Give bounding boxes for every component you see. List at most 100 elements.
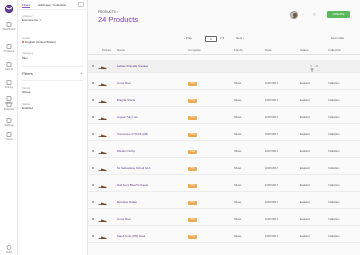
- rail-item-assets[interactable]: Assets: [0, 62, 18, 74]
- column-header-picture[interactable]: Picture: [102, 46, 111, 54]
- completeness-badge: 75%: [188, 217, 197, 222]
- status-cell: Enabled: [300, 150, 310, 153]
- row-checkbox[interactable]: [92, 116, 95, 119]
- add-filter-button[interactable]: +: [81, 71, 83, 76]
- product-name[interactable]: Iconic Boot: [117, 213, 131, 226]
- shoe-thumbnail: [98, 218, 107, 222]
- more-icon[interactable]: ⋯: [317, 68, 320, 72]
- table-row[interactable]: Wander Derby 75% Shoes 10/07/2017 Enabled Col…: [88, 145, 360, 158]
- rail-item-dashboard[interactable]: Dashboard: [0, 22, 18, 34]
- category-select[interactable]: Men: [22, 56, 28, 60]
- dashboard-icon: [6, 22, 12, 27]
- rail-item-rulesets[interactable]: Rulesets: [0, 102, 18, 114]
- rail-item-activity[interactable]: Activity: [0, 80, 18, 92]
- help-button[interactable]: Help: [0, 245, 18, 255]
- product-name[interactable]: Iconic Boot: [117, 77, 131, 90]
- list-mode-toggle[interactable]: List mode: [331, 36, 344, 40]
- delete-icon[interactable]: 🗑: [310, 68, 314, 72]
- next-page-button[interactable]: Next ›: [236, 36, 244, 41]
- product-name[interactable]: Bragnik Sheila: [117, 94, 135, 107]
- products-icon: [6, 44, 12, 49]
- family-cell: Shoes: [234, 82, 242, 85]
- breadcrumb[interactable]: PRODUCTS▾: [98, 10, 119, 14]
- status-cell: Enabled: [300, 218, 310, 221]
- table-row[interactable]: SJ Sebastiano Oxford (LH) 75% Shoes 10/07/2…: [88, 162, 360, 175]
- table-row[interactable]: Reindeer Dallas 75% Shoes 10/07/2017 Enabled…: [88, 196, 360, 209]
- shoe-thumbnail: [98, 82, 107, 86]
- product-name[interactable]: Wander Derby: [117, 145, 135, 158]
- activity-icon: [6, 80, 12, 85]
- divider: [22, 66, 83, 67]
- table-row[interactable]: Rud Fens Blue/Vil Sneek 75% Shoes 10/07/201…: [88, 179, 360, 192]
- row-checkbox[interactable]: [92, 235, 95, 238]
- filter-family-value[interactable]: Shoes: [22, 90, 31, 94]
- channel-value: Ecommerce: [22, 18, 39, 22]
- tab-filters[interactable]: Filters: [22, 2, 31, 8]
- tab-attributes[interactable]: Attributes / Collection: [38, 2, 66, 8]
- rail-item-products[interactable]: Products: [0, 44, 18, 56]
- rail-item-label: Dashboard: [2, 27, 16, 31]
- shoe-thumbnail: [98, 133, 107, 137]
- table-row[interactable]: Iconic Boot 75% Shoes 10/07/2017 Enabled Coll…: [88, 213, 360, 226]
- table-row[interactable]: Labate Shanelle Sneaker ✎ ⧉🗑 ⋯: [88, 60, 360, 73]
- flag-icon: [22, 41, 25, 44]
- collection-cell: Collection: [328, 116, 340, 119]
- panel-more-button[interactable]: ...: [78, 2, 84, 7]
- collection-cell: Collection: [328, 82, 340, 85]
- column-header-name[interactable]: Name: [117, 46, 125, 54]
- table-row[interactable]: Iconic Boot 75% Shoes 10/07/2017 Enabled Coll…: [88, 77, 360, 90]
- product-name[interactable]: Reindeer Dallas: [117, 196, 137, 209]
- row-checkbox[interactable]: [92, 150, 95, 153]
- locale-value: English (United States): [25, 40, 56, 44]
- row-checkbox[interactable]: [92, 65, 95, 68]
- table-row[interactable]: Converses CT/OAK (HB) 75% Shoes 10/07/2017 E…: [88, 128, 360, 141]
- product-name[interactable]: SJ Sebastiano Oxford (LH): [117, 162, 150, 175]
- page-links[interactable]: 2 3: [220, 36, 224, 41]
- column-header-family[interactable]: Family: [234, 46, 243, 54]
- column-header-complete[interactable]: Complete: [188, 46, 201, 54]
- prev-page-button[interactable]: ‹ Prev: [184, 36, 192, 41]
- column-header-date[interactable]: Date: [265, 46, 271, 54]
- column-header-status[interactable]: Status: [300, 46, 309, 54]
- row-actions: ✎ ⧉🗑 ⋯: [310, 64, 334, 72]
- create-button[interactable]: CREATE: [327, 11, 350, 18]
- row-checkbox[interactable]: [92, 82, 95, 85]
- avatar[interactable]: [290, 11, 298, 19]
- completeness-badge: 75%: [188, 149, 197, 154]
- row-checkbox[interactable]: [92, 201, 95, 204]
- product-name[interactable]: Copper Sky Low: [117, 111, 138, 124]
- table-row[interactable]: Bragnik Sheila 75% Shoes 10/07/2017 Enabled C…: [88, 94, 360, 107]
- column-header-collection[interactable]: Collection: [328, 46, 341, 54]
- product-name[interactable]: Sail & Tonic (PB) Nova: [117, 230, 145, 243]
- akeneo-logo-icon[interactable]: [4, 4, 14, 14]
- row-checkbox[interactable]: [92, 99, 95, 102]
- row-checkbox[interactable]: [92, 133, 95, 136]
- row-checkbox[interactable]: [92, 167, 95, 170]
- collection-cell: Collection: [328, 150, 340, 153]
- product-name[interactable]: Rud Fens Blue/Vil Sneek: [117, 179, 148, 192]
- rail-item-settings[interactable]: Settings: [0, 118, 18, 130]
- status-cell: Enabled: [300, 201, 310, 204]
- assets-icon: [6, 62, 12, 67]
- grid-menu-icon[interactable]: ⠿: [313, 12, 316, 17]
- filter-status-value[interactable]: Enabled: [22, 106, 33, 110]
- completeness-badge: 75%: [188, 98, 197, 103]
- date-cell: 10/07/2017: [265, 82, 278, 85]
- category-label: Category: [22, 51, 34, 55]
- channel-select[interactable]: Ecommerce ▾: [22, 18, 42, 22]
- collection-cell: Collection: [328, 201, 340, 204]
- rail-item-label: Rulesets: [3, 107, 15, 111]
- completeness-badge: 75%: [188, 166, 197, 171]
- product-name[interactable]: Converses CT/OAK (HB): [117, 128, 148, 141]
- current-page[interactable]: 1: [205, 35, 217, 42]
- table-row[interactable]: Sail & Tonic (PB) Nova 75% Shoes 10/07/2017…: [88, 230, 360, 243]
- locale-select[interactable]: English (United States): [22, 40, 56, 44]
- family-cell: Shoes: [234, 99, 242, 102]
- product-name[interactable]: Labate Shanelle Sneaker: [117, 60, 148, 73]
- row-checkbox[interactable]: [92, 184, 95, 187]
- rail-item-users[interactable]: Users: [0, 132, 18, 144]
- table-row[interactable]: Copper Sky Low 75% Shoes 10/07/2017 Enabled C…: [88, 111, 360, 124]
- row-checkbox[interactable]: [92, 218, 95, 221]
- kebab-menu-icon[interactable]: ⋮: [301, 12, 305, 17]
- date-cell: 10/07/2017: [265, 184, 278, 187]
